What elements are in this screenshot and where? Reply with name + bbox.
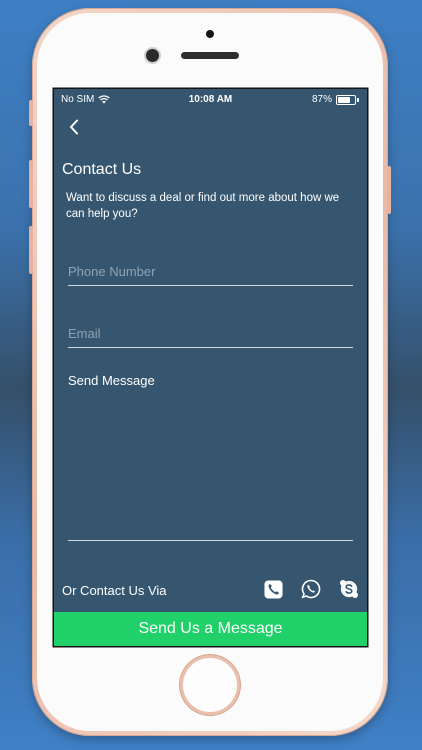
power-button xyxy=(387,166,391,214)
chevron-left-icon xyxy=(70,119,78,135)
whatsapp-icon xyxy=(301,579,321,599)
email-input[interactable] xyxy=(68,326,353,341)
page-subtitle: Want to discuss a deal or find out more … xyxy=(66,192,340,220)
earpiece-speaker xyxy=(181,52,239,59)
volume-up-button xyxy=(29,160,33,208)
proximity-sensor xyxy=(206,30,214,38)
email-field xyxy=(68,325,353,348)
message-input[interactable] xyxy=(68,373,353,533)
front-camera xyxy=(146,49,159,62)
send-message-button[interactable]: Send Us a Message xyxy=(54,612,367,646)
battery-fill xyxy=(338,96,351,103)
message-field xyxy=(68,373,353,541)
volume-down-button xyxy=(29,226,33,274)
skype-button[interactable] xyxy=(338,578,360,600)
home-button[interactable] xyxy=(183,658,237,712)
skype-icon xyxy=(340,580,358,598)
phone-field xyxy=(68,263,353,286)
app-screen: No SIM 10:08 AM 87% Contact Us Want to d… xyxy=(54,89,367,646)
status-bar: No SIM 10:08 AM 87% xyxy=(54,89,367,109)
back-button[interactable] xyxy=(64,117,84,137)
battery-icon xyxy=(336,94,356,105)
phone-number-input[interactable] xyxy=(68,264,353,279)
status-right: 87% xyxy=(312,94,359,105)
mute-switch xyxy=(29,100,33,126)
page-title: Contact Us xyxy=(62,161,142,178)
call-button[interactable] xyxy=(262,578,284,600)
battery-tip xyxy=(357,97,359,102)
contact-via-label: Or Contact Us Via xyxy=(62,583,167,598)
phone-icon xyxy=(263,579,283,599)
whatsapp-button[interactable] xyxy=(300,578,322,600)
battery-percent: 87% xyxy=(311,94,332,105)
